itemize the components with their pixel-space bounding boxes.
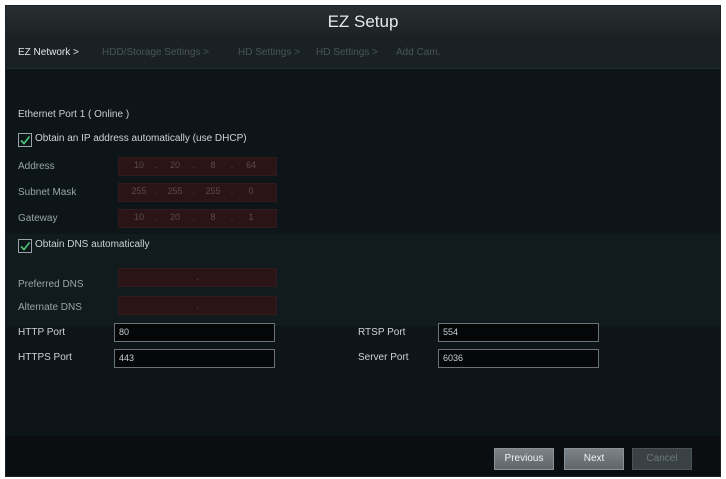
wizard-steps: EZ Network > HDD/Storage Settings > HD S… bbox=[6, 38, 720, 69]
subnet-dot-3: . bbox=[230, 186, 234, 196]
gateway-label: Gateway bbox=[18, 213, 58, 224]
address-label: Address bbox=[18, 161, 55, 172]
cancel-button[interactable]: Cancel bbox=[632, 448, 692, 470]
step-add-cam[interactable]: Add Cam. bbox=[396, 38, 440, 68]
gateway-octet-1: 10 bbox=[133, 212, 144, 222]
gateway-octet-3: 8 bbox=[210, 212, 216, 222]
address-octet-3: 8 bbox=[210, 160, 216, 170]
step-hd-settings-2[interactable]: HD Settings > bbox=[316, 38, 378, 68]
step-hd-settings-1[interactable]: HD Settings > bbox=[238, 38, 300, 68]
address-octet-2: 20 bbox=[169, 160, 180, 170]
subnet-label: Subnet Mask bbox=[18, 187, 77, 198]
gateway-dot-1: . bbox=[154, 212, 158, 222]
gateway-octet-4: 1 bbox=[248, 212, 254, 222]
dns-auto-checkbox[interactable] bbox=[18, 239, 32, 253]
address-dot-1: . bbox=[154, 160, 158, 170]
gateway-input[interactable]: 10 . 20 . 8 . 1 bbox=[118, 209, 277, 228]
address-octet-1: 10 bbox=[133, 160, 144, 170]
https-port-input[interactable]: 443 bbox=[114, 349, 275, 368]
subnet-octet-3: 255 bbox=[205, 186, 221, 196]
rtsp-port-label: RTSP Port bbox=[358, 327, 406, 338]
subnet-dot-1: . bbox=[154, 186, 158, 196]
gateway-dot-2: . bbox=[192, 212, 196, 222]
address-dot-2: . bbox=[192, 160, 196, 170]
http-port-label: HTTP Port bbox=[18, 327, 66, 338]
dns-auto-label: Obtain DNS automatically bbox=[35, 239, 150, 250]
gateway-dot-3: . bbox=[230, 212, 234, 222]
rtsp-port-input[interactable]: 554 bbox=[438, 323, 599, 342]
window-title: EZ Setup bbox=[6, 6, 720, 38]
step-ez-network[interactable]: EZ Network > bbox=[18, 38, 79, 68]
subnet-dot-2: . bbox=[192, 186, 196, 196]
preferred-dns-input[interactable]: . bbox=[118, 268, 277, 287]
alternate-dns-label: Alternate DNS bbox=[18, 302, 82, 313]
next-button[interactable]: Next bbox=[564, 448, 624, 470]
previous-button[interactable]: Previous bbox=[494, 448, 554, 470]
address-input[interactable]: 10 . 20 . 8 . 64 bbox=[118, 157, 277, 176]
footer-bar: Previous Next Cancel bbox=[6, 436, 720, 476]
step-hdd-storage[interactable]: HDD/Storage Settings > bbox=[102, 38, 209, 68]
address-octet-4: 64 bbox=[245, 160, 256, 170]
checkmark-icon bbox=[20, 242, 31, 251]
preferred-dns-label: Preferred DNS bbox=[18, 279, 84, 290]
server-port-input[interactable]: 6036 bbox=[438, 349, 599, 368]
subnet-octet-1: 255 bbox=[131, 186, 147, 196]
subnet-octet-2: 255 bbox=[167, 186, 183, 196]
dhcp-label: Obtain an IP address automatically (use … bbox=[35, 133, 247, 144]
server-port-label: Server Port bbox=[358, 352, 409, 363]
checkmark-icon bbox=[20, 136, 31, 145]
subnet-octet-4: 0 bbox=[248, 186, 254, 196]
http-port-input[interactable]: 80 bbox=[114, 323, 275, 342]
dhcp-checkbox[interactable] bbox=[18, 133, 32, 147]
https-port-label: HTTPS Port bbox=[18, 352, 72, 363]
gateway-octet-2: 20 bbox=[169, 212, 180, 222]
ethernet-port-title: Ethernet Port 1 ( Online ) bbox=[18, 109, 130, 120]
ez-setup-window: EZ Setup EZ Network > HDD/Storage Settin… bbox=[5, 5, 721, 477]
address-dot-3: . bbox=[230, 160, 234, 170]
alternate-dns-input[interactable]: . bbox=[118, 296, 277, 315]
subnet-input[interactable]: 255 . 255 . 255 . 0 bbox=[118, 183, 277, 202]
